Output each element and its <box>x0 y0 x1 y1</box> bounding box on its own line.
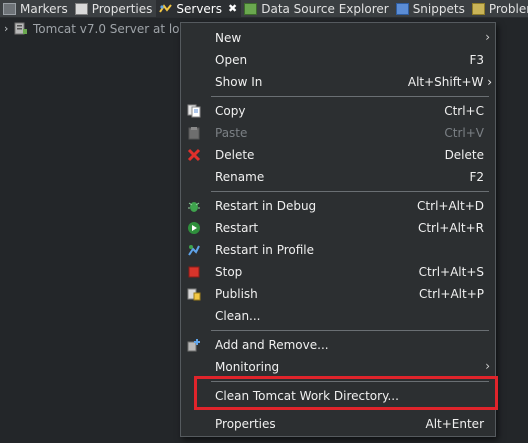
tomcat-server-icon <box>14 22 28 35</box>
menu-item-show-in[interactable]: Show In Alt+Shift+W › <box>181 71 495 93</box>
menu-item-new[interactable]: New › <box>181 27 495 49</box>
tab-markers[interactable]: Markers <box>0 0 72 17</box>
menu-separator <box>211 330 489 331</box>
menu-item-shortcut: Ctrl+C <box>444 104 484 118</box>
menu-item-shortcut: Alt+Shift+W › <box>407 75 492 89</box>
menu-item-label: Delete <box>215 148 255 162</box>
menu-item-properties[interactable]: Properties Alt+Enter <box>181 413 495 435</box>
menu-item-clean[interactable]: Clean... <box>181 305 495 327</box>
delete-icon <box>187 148 201 162</box>
tab-problems[interactable]: Problem <box>469 0 528 17</box>
markers-icon <box>3 2 16 15</box>
menu-item-shortcut: F3 <box>469 53 484 67</box>
menu-item-shortcut: Ctrl+Alt+R <box>417 221 484 235</box>
restart-icon <box>187 221 201 235</box>
menu-item-shortcut: Ctrl+Alt+P <box>419 287 484 301</box>
stop-icon <box>187 265 201 279</box>
menu-item-shortcut: Delete <box>444 148 484 162</box>
menu-item-shortcut: Alt+Enter <box>425 417 484 431</box>
menu-item-stop[interactable]: Stop Ctrl+Alt+S <box>181 261 495 283</box>
menu-item-label: Copy <box>215 104 246 118</box>
menu-item-label: Paste <box>215 126 248 140</box>
menu-item-label: Stop <box>215 265 243 279</box>
tab-problems-label: Problem <box>488 1 528 16</box>
expand-chevron-icon[interactable]: › <box>4 22 14 35</box>
menu-item-label: Publish <box>215 287 258 301</box>
data-source-icon <box>244 2 258 15</box>
view-tab-bar: Markers Properties Servers ✖ Data Source… <box>0 0 528 18</box>
menu-item-label: Add and Remove... <box>215 338 329 352</box>
context-menu: New › Open F3 Show In Alt+Shift+W › Copy… <box>180 22 496 437</box>
menu-item-label: Properties <box>215 417 276 431</box>
menu-item-label: Show In <box>215 75 263 89</box>
menu-item-rename[interactable]: Rename F2 <box>181 166 495 188</box>
tab-markers-label: Markers <box>20 1 68 16</box>
submenu-arrow-icon: › <box>485 359 490 373</box>
menu-item-label: Restart <box>215 221 259 235</box>
server-label: Tomcat v7.0 Server at loca <box>33 21 194 36</box>
copy-icon <box>187 104 201 118</box>
menu-item-shortcut: Ctrl+Alt+D <box>417 199 484 213</box>
menu-item-restart-in-debug[interactable]: Restart in Debug Ctrl+Alt+D <box>181 195 495 217</box>
properties-icon <box>74 2 88 15</box>
profile-icon <box>187 243 201 257</box>
menu-separator <box>211 191 489 192</box>
close-icon[interactable]: ✖ <box>228 2 237 15</box>
tab-properties-label: Properties <box>91 1 153 16</box>
paste-icon <box>187 126 201 140</box>
tab-servers[interactable]: Servers ✖ <box>156 0 242 17</box>
menu-item-shortcut: Ctrl+Alt+S <box>418 265 484 279</box>
tab-properties[interactable]: Properties <box>72 0 157 17</box>
menu-item-label: Rename <box>215 170 265 184</box>
menu-item-label: Open <box>215 53 248 67</box>
problems-icon <box>471 2 485 15</box>
menu-separator <box>211 96 489 97</box>
menu-item-add-and-remove[interactable]: Add and Remove... <box>181 334 495 356</box>
add-remove-icon <box>187 338 201 352</box>
menu-item-shortcut: Ctrl+V <box>444 126 484 140</box>
menu-item-restart[interactable]: Restart Ctrl+Alt+R <box>181 217 495 239</box>
server-tree-row[interactable]: › Tomcat v7.0 Server at loca <box>0 20 193 37</box>
publish-icon <box>187 287 201 301</box>
menu-item-label: Restart in Profile <box>215 243 315 257</box>
menu-item-label: Monitoring <box>215 360 280 374</box>
menu-item-monitoring[interactable]: Monitoring › <box>181 356 495 378</box>
menu-item-open[interactable]: Open F3 <box>181 49 495 71</box>
menu-item-label: Clean... <box>215 309 261 323</box>
menu-item-paste[interactable]: Paste Ctrl+V <box>181 122 495 144</box>
menu-item-restart-in-profile[interactable]: Restart in Profile <box>181 239 495 261</box>
tab-snippets[interactable]: Snippets <box>393 0 469 17</box>
tab-servers-label: Servers <box>176 1 222 16</box>
menu-item-copy[interactable]: Copy Ctrl+C <box>181 100 495 122</box>
submenu-arrow-icon: › <box>485 30 490 44</box>
tab-data-source-label: Data Source Explorer <box>261 1 389 16</box>
snippets-icon <box>395 2 409 15</box>
highlight-box <box>194 376 498 410</box>
debug-icon <box>187 199 201 213</box>
menu-item-label: New <box>215 31 242 45</box>
servers-icon <box>159 3 173 15</box>
menu-item-publish[interactable]: Publish Ctrl+Alt+P <box>181 283 495 305</box>
tab-snippets-label: Snippets <box>412 1 465 16</box>
menu-item-label: Restart in Debug <box>215 199 317 213</box>
menu-item-shortcut: F2 <box>469 170 484 184</box>
tab-data-source-explorer[interactable]: Data Source Explorer <box>241 0 392 17</box>
menu-item-delete[interactable]: Delete Delete <box>181 144 495 166</box>
